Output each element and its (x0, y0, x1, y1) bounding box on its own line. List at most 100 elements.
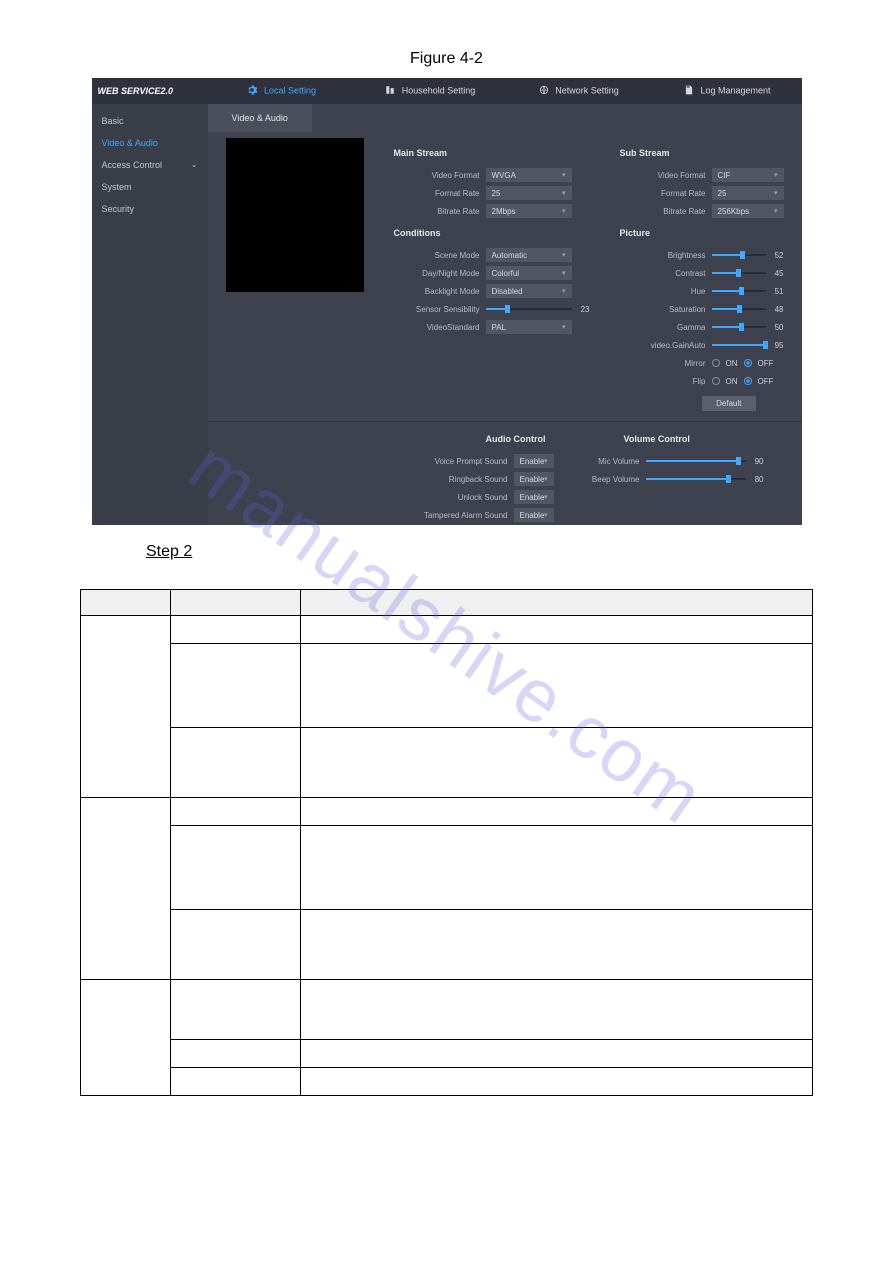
field-value: WVGA (492, 171, 516, 180)
select-tampered-alarm[interactable]: Enable▾ (514, 508, 554, 522)
table-row (81, 1068, 813, 1096)
slider-mic-volume[interactable] (646, 460, 746, 462)
label-contrast: Contrast (620, 269, 712, 278)
table-cell (171, 1068, 301, 1096)
field-value: 25 (718, 189, 727, 198)
table-cell (171, 980, 301, 1040)
field-value: Disabled (492, 287, 523, 296)
select-sub-video-format[interactable]: CIF▾ (712, 168, 784, 182)
chevron-down-icon: ⌄ (191, 160, 198, 169)
select-day-night-mode[interactable]: Colorful ▾ (486, 266, 572, 280)
table-row (81, 1040, 813, 1068)
slider-value: 48 (766, 305, 784, 314)
select-sub-format-rate[interactable]: 25 ▾ (712, 186, 784, 200)
table-row (81, 798, 813, 826)
select-video-standard[interactable]: PAL▾ (486, 320, 572, 334)
audio-control-title: Audio Control (486, 434, 554, 444)
chevron-down-icon: ▾ (562, 189, 566, 197)
select-main-format-rate[interactable]: 25 ▾ (486, 186, 572, 200)
label-scene-mode: Scene Mode (394, 251, 486, 260)
top-nav: Local Setting Household Setting Network … (208, 85, 802, 97)
sub-stream-title: Sub Stream (620, 148, 784, 158)
slider-brightness[interactable] (712, 254, 766, 256)
field-value: Enable (520, 493, 545, 502)
label-sensor-sensibility: Sensor Sensibility (394, 305, 486, 314)
logo: WEB SERVICE2.0 (92, 86, 208, 96)
sidebar-item-basic[interactable]: Basic (92, 110, 208, 132)
gear-icon (247, 85, 257, 97)
chevron-down-icon: ▾ (562, 207, 566, 215)
top-bar: WEB SERVICE2.0 Local Setting Household S… (92, 78, 802, 104)
nav-log-management[interactable]: Log Management (653, 85, 802, 97)
radio-label-on: ON (726, 359, 738, 368)
radio-label-off: OFF (758, 359, 774, 368)
radio-flip-on[interactable] (712, 377, 720, 385)
chevron-down-icon: ▾ (774, 189, 778, 197)
table-cell (301, 1040, 813, 1068)
field-value: Colorful (492, 269, 520, 278)
select-main-bitrate[interactable]: 2Mbps ▾ (486, 204, 572, 218)
slider-value: 51 (766, 287, 784, 296)
select-backlight-mode[interactable]: Disabled ▾ (486, 284, 572, 298)
tab-video-audio[interactable]: Video & Audio (208, 104, 312, 132)
radio-label-on: ON (726, 377, 738, 386)
divider (208, 421, 802, 422)
chevron-down-icon: ▾ (774, 207, 778, 215)
radio-mirror-off[interactable] (744, 359, 752, 367)
table-cell (171, 644, 301, 728)
select-voice-prompt[interactable]: Enable▾ (514, 454, 554, 468)
radio-flip-off[interactable] (744, 377, 752, 385)
nav-local-setting[interactable]: Local Setting (208, 85, 357, 97)
label-hue: Hue (620, 287, 712, 296)
sidebar-item-security[interactable]: Security (92, 198, 208, 220)
label-format-rate: Format Rate (394, 189, 486, 198)
slider-contrast[interactable] (712, 272, 766, 274)
label-saturation: Saturation (620, 305, 712, 314)
field-value: 25 (492, 189, 501, 198)
slider-beep-volume[interactable] (646, 478, 746, 480)
field-value: Automatic (492, 251, 528, 260)
label-ringback: Ringback Sound (394, 475, 514, 484)
slider-gamma[interactable] (712, 326, 766, 328)
slider-saturation[interactable] (712, 308, 766, 310)
table-row (81, 728, 813, 798)
volume-control-title: Volume Control (624, 434, 774, 444)
select-scene-mode[interactable]: Automatic▾ (486, 248, 572, 262)
default-button[interactable]: Default (702, 396, 755, 411)
table-row (81, 910, 813, 980)
sidebar-item-access-control[interactable]: Access Control ⌄ (92, 154, 208, 176)
nav-household-setting[interactable]: Household Setting (356, 85, 505, 97)
select-sub-bitrate[interactable]: 256Kbps▾ (712, 204, 784, 218)
chevron-down-icon: ▾ (544, 475, 548, 483)
label-brightness: Brightness (620, 251, 712, 260)
select-unlock[interactable]: Enable▾ (514, 490, 554, 504)
label-flip: Flip (620, 377, 712, 386)
field-value: Enable (520, 475, 545, 484)
nav-label: Log Management (700, 85, 770, 95)
table-cell (171, 826, 301, 910)
chevron-down-icon: ▾ (562, 287, 566, 295)
nav-network-setting[interactable]: Network Setting (505, 85, 654, 97)
sidebar-item-video-audio[interactable]: Video & Audio (92, 132, 208, 154)
radio-mirror-on[interactable] (712, 359, 720, 367)
field-value: 2Mbps (492, 207, 516, 216)
label-mirror: Mirror (620, 359, 712, 368)
table-cell (301, 728, 813, 798)
radio-group-flip: ON OFF (712, 377, 774, 386)
slider-gain-auto[interactable] (712, 344, 766, 346)
select-ringback[interactable]: Enable▾ (514, 472, 554, 486)
label-video-standard: VideoStandard (394, 323, 486, 332)
select-main-video-format[interactable]: WVGA▾ (486, 168, 572, 182)
table-cell (171, 728, 301, 798)
slider-sensor-sensibility[interactable] (486, 308, 572, 310)
chevron-down-icon: ▾ (774, 171, 778, 179)
slider-value: 95 (766, 341, 784, 350)
sidebar-item-system[interactable]: System (92, 176, 208, 198)
slider-hue[interactable] (712, 290, 766, 292)
label-backlight-mode: Backlight Mode (394, 287, 486, 296)
chevron-down-icon: ▾ (562, 269, 566, 277)
label-video-format: Video Format (394, 171, 486, 180)
label-sub-video-format: Video Format (620, 171, 712, 180)
main-panel: Video & Audio Main Stream Video Format W… (208, 104, 802, 525)
slider-value: 45 (766, 269, 784, 278)
